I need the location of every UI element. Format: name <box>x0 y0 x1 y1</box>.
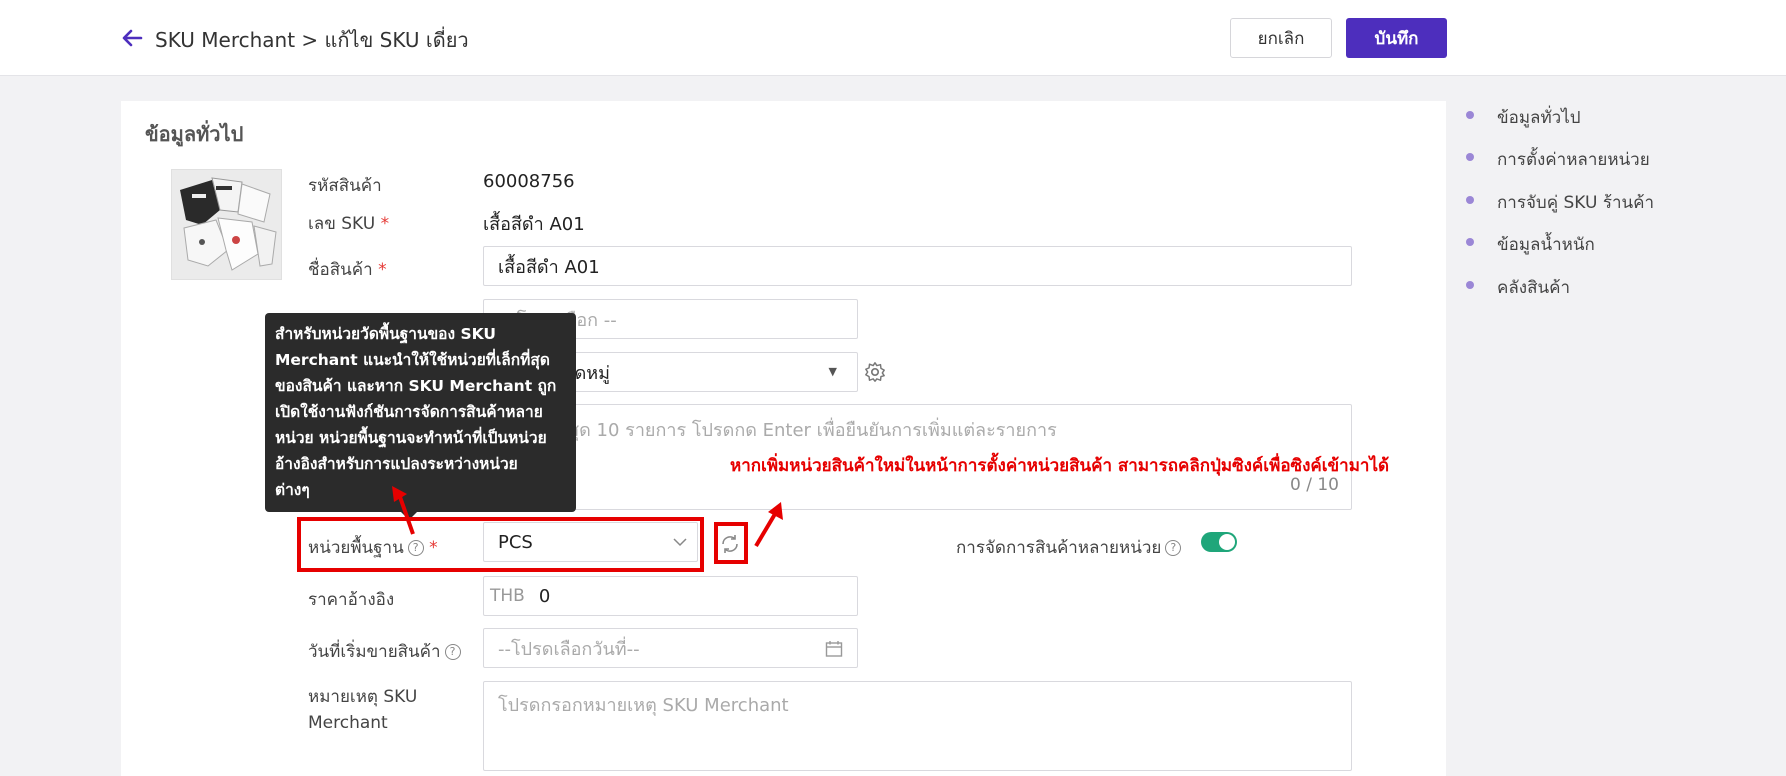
nav-dot <box>1466 238 1474 246</box>
help-icon[interactable]: ? <box>444 644 461 660</box>
start-date-label: วันที่เริ่มขายสินค้า? <box>308 638 461 665</box>
help-icon[interactable]: ? <box>1165 540 1182 556</box>
nav-item-multi-unit[interactable]: การตั้งค่าหลายหน่วย <box>1466 146 1650 173</box>
nav-dot <box>1466 196 1474 204</box>
multi-unit-label: การจัดการสินค้าหลายหน่วย? <box>956 534 1182 561</box>
ref-price-input[interactable]: THB 0 <box>483 576 858 616</box>
nav-dot <box>1466 111 1474 119</box>
ref-price-label: ราคาอ้างอิง <box>308 590 395 610</box>
note-label: หมายเหตุ SKU Merchant <box>308 687 418 733</box>
start-date-picker[interactable]: --โปรดเลือกวันที่-- <box>483 628 858 668</box>
multi-unit-toggle[interactable] <box>1201 532 1237 552</box>
nav-item-store-sku[interactable]: การจับคู่ SKU ร้านค้า <box>1466 189 1654 216</box>
nav-dot <box>1466 153 1474 161</box>
currency-prefix: THB <box>490 586 525 606</box>
calendar-icon <box>825 641 843 657</box>
nav-dot <box>1466 281 1474 289</box>
note-textarea[interactable]: โปรดกรอกหมายเหตุ SKU Merchant <box>483 681 1352 771</box>
nav-item-warehouse[interactable]: คลังสินค้า <box>1466 274 1570 301</box>
nav-item-general-info[interactable]: ข้อมูลทั่วไป <box>1466 104 1581 131</box>
nav-item-weight[interactable]: ข้อมูลน้ำหนัก <box>1466 231 1595 258</box>
